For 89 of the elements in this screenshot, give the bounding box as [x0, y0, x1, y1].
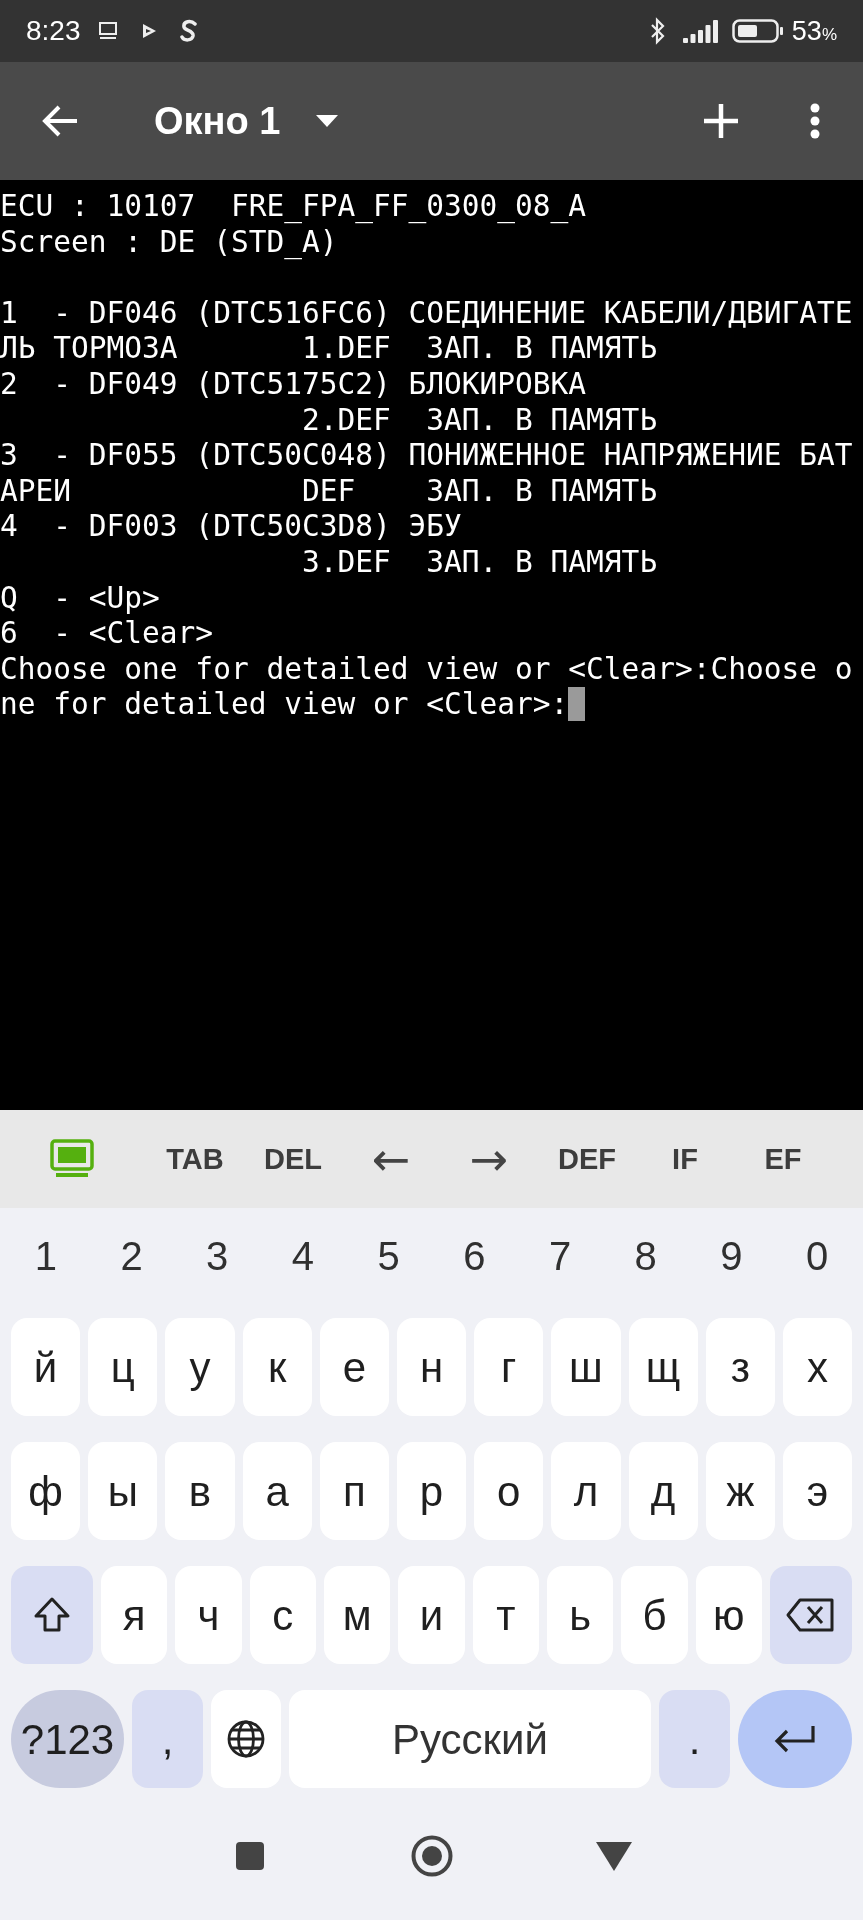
punctuation-key[interactable]: , [132, 1690, 203, 1788]
extra-key[interactable]: EF [760, 1144, 806, 1174]
letter-key[interactable]: и [398, 1566, 465, 1664]
number-key[interactable]: 0 [800, 1226, 835, 1286]
dropdown-caret-icon [316, 115, 339, 127]
terminal-line: АРЕИ DEF ЗАП. В ПАМЯТЬ [0, 473, 658, 510]
terminal-line: ЛЬ ТОРМОЗА 1.DEF ЗАП. В ПАМЯТЬ [0, 331, 658, 367]
letter-key[interactable]: с [249, 1566, 316, 1664]
extra-key[interactable]: DEL [260, 1144, 326, 1174]
signal-icon [681, 18, 720, 44]
letter-key[interactable]: з [705, 1318, 775, 1416]
number-key[interactable]: 1 [28, 1226, 63, 1286]
letter-key[interactable]: я [101, 1566, 168, 1664]
number-key[interactable]: 8 [628, 1226, 663, 1286]
back-arrow-icon [41, 104, 79, 138]
number-key[interactable]: 6 [457, 1226, 492, 1286]
circle-icon [409, 1834, 454, 1878]
triangle-icon [594, 1840, 633, 1872]
space-key[interactable]: Русский [289, 1690, 651, 1788]
letter-key[interactable]: о [474, 1442, 544, 1540]
terminal-line: 3 - DF055 (DTC50C048) ПОНИЖЕННОЕ НАПРЯЖЕНИЕ БАТ [0, 438, 853, 474]
arrow-key[interactable]: ← [369, 1136, 413, 1182]
letter-key[interactable]: ж [705, 1442, 775, 1540]
home-button[interactable] [409, 1834, 454, 1878]
terminal-line: ECU : 10107 FRE_FPA_FF_0300_08_A [0, 189, 587, 225]
letter-key[interactable]: м [324, 1566, 391, 1664]
plus-icon [704, 104, 738, 138]
number-key[interactable]: 2 [114, 1226, 149, 1286]
terminal-line: Choose one for detailed view or <Clear>:Choose o [0, 651, 853, 688]
number-key[interactable]: 3 [200, 1226, 235, 1286]
terminal-line: 6 - <Clear> [0, 616, 214, 652]
letter-key[interactable]: ы [88, 1442, 158, 1540]
kebab-menu-icon [809, 103, 821, 139]
battery-percent: 53% [791, 14, 837, 48]
letter-key[interactable]: а [242, 1442, 312, 1540]
letter-key[interactable]: ш [551, 1318, 621, 1416]
s-logo-icon [178, 19, 199, 43]
shift-key[interactable] [11, 1566, 93, 1664]
backspace-key[interactable] [769, 1566, 852, 1664]
language-key[interactable] [211, 1690, 281, 1788]
terminal-line: Q - <Up> [0, 580, 160, 617]
letter-key[interactable]: ч [175, 1566, 242, 1664]
letter-key[interactable]: к [242, 1318, 312, 1416]
letter-key[interactable]: ю [695, 1566, 762, 1664]
letter-key[interactable]: л [551, 1442, 621, 1540]
letter-key[interactable]: в [165, 1442, 235, 1540]
terminal-line: 1 - DF046 (DTC516FC6) СОЕДИНЕНИЕ КАБЕЛИ/ДВИГАТЕ [0, 295, 853, 332]
terminal-line: 2 - DF049 (DTC5175C2) БЛОКИРОВКА [0, 366, 587, 403]
terminal-line: 4 - DF003 (DTC50C3D8) ЭБУ [0, 509, 462, 545]
symbols-key[interactable]: ?123 [11, 1690, 124, 1788]
monitor-icon [50, 1139, 94, 1179]
punctuation-key[interactable]: . [659, 1690, 730, 1788]
extra-key[interactable]: DEF [554, 1144, 620, 1174]
extra-key[interactable]: TAB [162, 1144, 228, 1174]
letter-key[interactable]: е [319, 1318, 389, 1416]
terminal-line: 3.DEF ЗАП. В ПАМЯТЬ [300, 544, 658, 581]
backspace-icon [785, 1597, 836, 1633]
window-selector[interactable]: Окно 1 [154, 92, 339, 150]
letter-key[interactable]: й [11, 1318, 81, 1416]
status-time: 8:23 [26, 14, 81, 48]
letter-key[interactable]: э [782, 1442, 853, 1540]
terminal-line: Screen : DE (STD_A) [0, 224, 338, 261]
monitor-icon [96, 20, 119, 42]
globe-icon [226, 1719, 266, 1759]
terminal-line: 2.DEF ЗАП. В ПАМЯТЬ [300, 402, 658, 439]
letter-key[interactable]: у [165, 1318, 235, 1416]
letter-key[interactable]: г [474, 1318, 544, 1416]
letter-key[interactable]: п [319, 1442, 389, 1540]
letter-key[interactable]: ь [546, 1566, 614, 1664]
arrow-key[interactable]: → [467, 1136, 511, 1182]
letter-key[interactable]: н [396, 1318, 467, 1416]
letter-key[interactable]: ц [88, 1318, 158, 1416]
number-key[interactable]: 4 [285, 1226, 321, 1286]
letter-key[interactable]: б [621, 1566, 688, 1664]
extra-key[interactable]: IF [668, 1144, 702, 1174]
shift-arrow-icon [32, 1595, 72, 1635]
square-icon [233, 1840, 266, 1872]
terminal-line: ne for detailed view or <Clear>: [0, 687, 569, 723]
letter-key[interactable]: т [472, 1566, 539, 1664]
enter-arrow-icon [773, 1724, 817, 1754]
number-key[interactable]: 7 [542, 1226, 578, 1286]
letter-key[interactable]: д [628, 1442, 698, 1540]
letter-key[interactable]: ф [11, 1442, 81, 1540]
battery-icon [731, 18, 784, 44]
letter-key[interactable]: х [782, 1318, 853, 1416]
number-key[interactable]: 9 [714, 1226, 749, 1286]
letter-key[interactable]: р [396, 1442, 467, 1540]
letter-key[interactable]: щ [628, 1318, 698, 1416]
number-key[interactable]: 5 [371, 1226, 406, 1286]
